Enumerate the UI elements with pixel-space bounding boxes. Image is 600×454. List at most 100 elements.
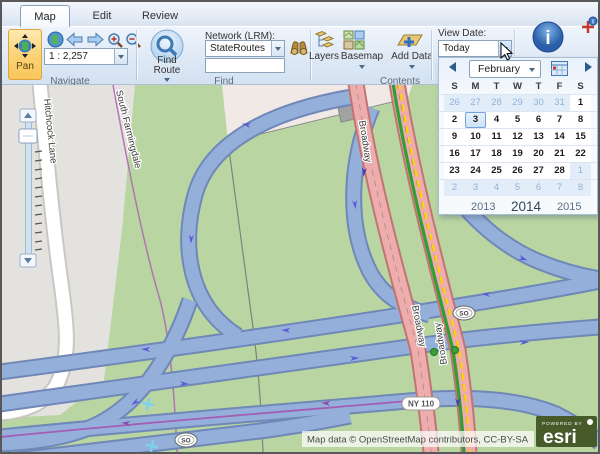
tab-review[interactable]: Review: [134, 5, 186, 27]
basemap-dropdown-icon[interactable]: [359, 65, 365, 69]
calendar-grid: 2627282930311234567891011121314151617181…: [439, 94, 597, 196]
calendar-next-month-icon[interactable]: [582, 62, 594, 76]
calendar-day[interactable]: 10: [465, 129, 486, 145]
add-data-label: Add Data: [388, 51, 436, 62]
calendar-weekday: F: [549, 80, 570, 94]
calendar-day[interactable]: 27: [528, 163, 549, 179]
calendar-day[interactable]: 30: [528, 95, 549, 111]
calendar-day[interactable]: 8: [570, 180, 591, 196]
route-shield-so-1: SO: [453, 306, 475, 320]
calendar-month-dropdown[interactable]: February: [469, 60, 541, 78]
calendar-day[interactable]: 11: [486, 129, 507, 145]
tab-map[interactable]: Map: [20, 5, 70, 27]
calendar-day[interactable]: 21: [549, 146, 570, 162]
calendar-weekday: M: [465, 80, 486, 94]
calendar-day[interactable]: 7: [549, 180, 570, 196]
calendar-day[interactable]: 26: [507, 163, 528, 179]
esri-brand: esri: [543, 427, 577, 448]
calendar-weekday: S: [570, 80, 591, 94]
calendar-day[interactable]: 16: [444, 146, 465, 162]
esri-logo: POWERED BY esri: [536, 416, 597, 448]
calendar-day[interactable]: 18: [486, 146, 507, 162]
add-data-icon[interactable]: [396, 31, 424, 51]
calendar-day[interactable]: 23: [444, 163, 465, 179]
full-extent-globe-icon[interactable]: [46, 31, 64, 48]
calendar-day[interactable]: 9: [444, 129, 465, 145]
calendar-day[interactable]: 12: [507, 129, 528, 145]
calendar-weekday-row: SMTWTFS: [439, 80, 597, 94]
calendar-weekday: T: [486, 80, 507, 94]
calendar-day[interactable]: 4: [486, 112, 507, 128]
calendar-day[interactable]: 4: [486, 180, 507, 196]
calendar-day[interactable]: 19: [507, 146, 528, 162]
calendar-day[interactable]: 31: [549, 95, 570, 111]
identify-route-icon[interactable]: i: [580, 16, 598, 34]
scale-dropdown-icon[interactable]: [114, 49, 127, 64]
calendar-day[interactable]: 15: [570, 129, 591, 145]
calendar-prev-month-icon[interactable]: [447, 62, 459, 76]
calendar-day[interactable]: 14: [549, 129, 570, 145]
calendar-day[interactable]: 6: [528, 112, 549, 128]
basemap-label: Basemap: [340, 51, 384, 62]
calendar-day[interactable]: 2: [444, 112, 465, 128]
pan-globe-icon: [14, 34, 36, 58]
calendar-popup: February SMTWTFS 26272829303112345678910…: [438, 57, 598, 215]
calendar-year-2015[interactable]: 2015: [557, 201, 581, 213]
route-input[interactable]: [205, 58, 285, 73]
zoom-out-icon[interactable]: [124, 32, 142, 49]
calendar-day[interactable]: 20: [528, 146, 549, 162]
calendar-weekday: T: [528, 80, 549, 94]
app-window: Map Edit Review Pan 1 :: [0, 0, 600, 454]
svg-text:SO: SO: [181, 438, 190, 445]
calendar-month-value: February: [478, 63, 520, 75]
tab-edit[interactable]: Edit: [82, 5, 122, 27]
calendar-today-icon[interactable]: [551, 61, 568, 76]
scale-combobox[interactable]: 1 : 2,257: [44, 48, 128, 65]
ribbon-tab-bar: Map Edit Review: [2, 2, 598, 27]
calendar-day[interactable]: 24: [465, 163, 486, 179]
add-data-dropdown-icon[interactable]: [409, 65, 415, 69]
pan-button[interactable]: Pan: [8, 29, 42, 80]
calendar-year-2014[interactable]: 2014: [511, 199, 541, 214]
calendar-day[interactable]: 17: [465, 146, 486, 162]
view-date-combobox[interactable]: Today: [438, 40, 512, 57]
calendar-day[interactable]: 8: [570, 112, 591, 128]
zoom-in-icon[interactable]: [106, 32, 124, 49]
basemap-icon[interactable]: [343, 30, 365, 50]
network-value: StateRoutes: [210, 43, 265, 54]
calendar-day[interactable]: 1: [570, 95, 591, 111]
svg-text:NY 110: NY 110: [408, 400, 435, 409]
scale-value: 1 : 2,257: [49, 51, 88, 62]
calendar-day[interactable]: 5: [507, 180, 528, 196]
route-shield-so-2: SO: [175, 433, 197, 447]
route-shield-ny110: NY 110: [402, 397, 440, 410]
view-date-dropdown-icon[interactable]: [498, 41, 511, 56]
calendar-day[interactable]: 2: [444, 180, 465, 196]
previous-extent-arrow-icon[interactable]: [66, 32, 84, 49]
calendar-day[interactable]: 28: [486, 95, 507, 111]
view-date-label: View Date:: [438, 28, 498, 39]
layers-icon[interactable]: [314, 30, 334, 50]
next-extent-arrow-icon[interactable]: [86, 32, 104, 49]
calendar-day[interactable]: 29: [507, 95, 528, 111]
calendar-day[interactable]: 13: [528, 129, 549, 145]
view-date-value: Today: [443, 43, 470, 54]
calendar-day[interactable]: 3: [465, 180, 486, 196]
calendar-day[interactable]: 1: [570, 163, 591, 179]
calendar-year-row: 2013 2014 2015: [439, 198, 597, 216]
calendar-year-2013[interactable]: 2013: [471, 201, 495, 213]
network-combobox[interactable]: StateRoutes: [205, 40, 285, 57]
calendar-day[interactable]: 28: [549, 163, 570, 179]
calendar-day[interactable]: 26: [444, 95, 465, 111]
calendar-day[interactable]: 7: [549, 112, 570, 128]
calendar-weekday: W: [507, 80, 528, 94]
calendar-day[interactable]: 6: [528, 180, 549, 196]
pan-label: Pan: [9, 61, 41, 72]
calendar-day[interactable]: 25: [486, 163, 507, 179]
calendar-day-selected[interactable]: 3: [465, 112, 486, 128]
calendar-day[interactable]: 22: [570, 146, 591, 162]
calendar-day[interactable]: 5: [507, 112, 528, 128]
network-dropdown-icon[interactable]: [271, 41, 284, 56]
info-button[interactable]: i: [531, 20, 565, 54]
calendar-day[interactable]: 27: [465, 95, 486, 111]
